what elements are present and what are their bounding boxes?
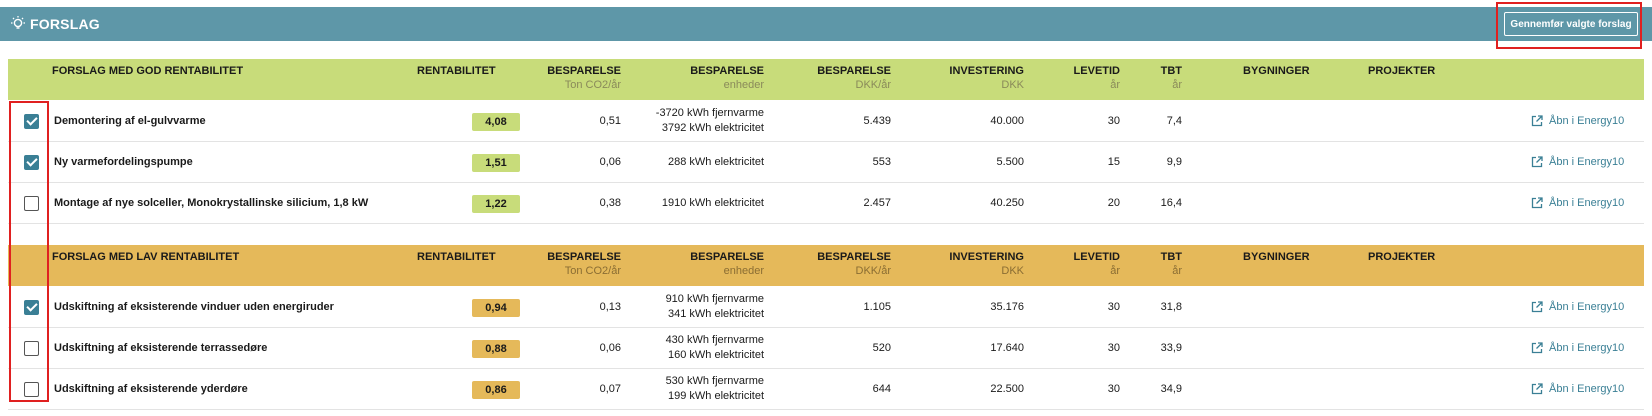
rentabilitet-badge: 0,88	[472, 340, 520, 358]
levetid-value: 30	[1107, 342, 1120, 354]
row-checkbox[interactable]	[24, 114, 39, 129]
col-rentabilitet: RENTABILITET	[417, 251, 496, 263]
row-checkbox[interactable]	[24, 196, 39, 211]
enheder-value: 430 kWh fjernvarme 160 kWh elektricitet	[665, 334, 764, 361]
levetid-value: 15	[1107, 156, 1120, 168]
levetid-value: 20	[1107, 197, 1120, 209]
col-levetid: LEVETID år	[1073, 65, 1120, 91]
co2-value: 0,06	[599, 156, 621, 168]
external-link-icon	[1531, 115, 1543, 127]
external-link-icon	[1531, 383, 1543, 395]
col-co2: BESPARELSE Ton CO2/år	[547, 251, 621, 277]
col-bygninger: BYGNINGER	[1243, 65, 1310, 77]
rentabilitet-badge: 0,94	[472, 299, 520, 317]
tbt-value: 16,4	[1160, 197, 1182, 209]
table-row: Udskiftning af eksisterende vinduer uden…	[8, 287, 1644, 328]
investering-value: 22.500	[990, 383, 1024, 395]
group-title: FORSLAG MED GOD RENTABILITET	[52, 65, 244, 77]
enheder-value: 1910 kWh elektricitet	[661, 197, 764, 209]
suggestion-name: Udskiftning af eksisterende vinduer uden…	[54, 301, 334, 313]
top-bar: FORSLAG	[0, 7, 1652, 41]
col-enheder: BESPARELSE enheder	[690, 251, 764, 277]
row-checkbox[interactable]	[24, 341, 39, 356]
col-bygninger: BYGNINGER	[1243, 251, 1310, 263]
dkk-aar-value: 2.457	[863, 197, 891, 209]
open-energy10-link[interactable]: Åbn i Energy10	[1531, 383, 1624, 395]
investering-value: 5.500	[996, 156, 1024, 168]
row-checkbox[interactable]	[24, 300, 39, 315]
table-row: Udskiftning af eksisterende terrassedøre…	[8, 328, 1644, 369]
rentabilitet-badge: 1,22	[472, 195, 520, 213]
suggestion-name: Udskiftning af eksisterende terrassedøre	[54, 342, 268, 354]
col-levetid: LEVETID år	[1073, 251, 1120, 277]
col-co2: BESPARELSE Ton CO2/år	[547, 65, 621, 91]
table-row: Ny varmefordelingspumpe 1,51 0,06 288 kW…	[8, 142, 1644, 183]
co2-value: 0,38	[599, 197, 621, 209]
investering-value: 40.000	[990, 115, 1024, 127]
group-header-low: FORSLAG MED LAV RENTABILITET RENTABILITE…	[8, 245, 1644, 286]
row-checkbox[interactable]	[24, 382, 39, 397]
col-tbt: TBT år	[1160, 251, 1182, 277]
rentabilitet-badge: 4,08	[472, 113, 520, 131]
col-projekter: PROJEKTER	[1368, 251, 1436, 263]
investering-value: 17.640	[990, 342, 1024, 354]
lightbulb-icon	[11, 16, 25, 29]
tbt-value: 34,9	[1160, 383, 1182, 395]
col-tbt: TBT år	[1160, 65, 1182, 91]
investering-value: 40.250	[990, 197, 1024, 209]
investering-value: 35.176	[990, 301, 1024, 313]
group-header-good: FORSLAG MED GOD RENTABILITET RENTABILITE…	[8, 59, 1644, 100]
col-dkk-aar: BESPARELSE DKK/år	[817, 251, 891, 277]
col-investering: INVESTERING DKK	[949, 65, 1024, 91]
open-energy10-link[interactable]: Åbn i Energy10	[1531, 156, 1624, 168]
co2-value: 0,06	[599, 342, 621, 354]
suggestion-name: Udskiftning af eksisterende yderdøre	[54, 383, 248, 395]
suggestion-name: Ny varmefordelingspumpe	[54, 156, 193, 168]
enheder-value: 530 kWh fjernvarme 199 kWh elektricitet	[665, 375, 764, 402]
open-energy10-link[interactable]: Åbn i Energy10	[1531, 197, 1624, 209]
col-enheder: BESPARELSE enheder	[690, 65, 764, 91]
levetid-value: 30	[1107, 115, 1120, 127]
open-energy10-link[interactable]: Åbn i Energy10	[1531, 342, 1624, 354]
table-row: Montage af nye solceller, Monokrystallin…	[8, 183, 1644, 224]
dkk-aar-value: 1.105	[863, 301, 891, 313]
col-dkk-aar: BESPARELSE DKK/år	[817, 65, 891, 91]
suggestion-name: Montage af nye solceller, Monokrystallin…	[54, 197, 369, 209]
co2-value: 0,07	[599, 383, 621, 395]
dkk-aar-value: 644	[872, 383, 891, 395]
row-checkbox[interactable]	[24, 155, 39, 170]
open-energy10-link[interactable]: Åbn i Energy10	[1531, 115, 1624, 127]
dkk-aar-value: 5.439	[863, 115, 891, 127]
levetid-value: 30	[1107, 301, 1120, 313]
dkk-aar-value: 553	[872, 156, 891, 168]
enheder-value: 288 kWh elektricitet	[668, 156, 764, 168]
col-projekter: PROJEKTER	[1368, 65, 1436, 77]
co2-value: 0,51	[599, 115, 621, 127]
levetid-value: 30	[1107, 383, 1120, 395]
dkk-aar-value: 520	[872, 342, 891, 354]
enheder-value: 910 kWh fjernvarme 341 kWh elektricitet	[665, 293, 764, 320]
external-link-icon	[1531, 197, 1543, 209]
tbt-value: 7,4	[1166, 115, 1182, 127]
page-title: FORSLAG	[30, 16, 100, 32]
external-link-icon	[1531, 156, 1543, 168]
group-title: FORSLAG MED LAV RENTABILITET	[52, 251, 240, 263]
tbt-value: 31,8	[1160, 301, 1182, 313]
external-link-icon	[1531, 342, 1543, 354]
enheder-value: -3720 kWh fjernvarme 3792 kWh elektricite…	[655, 107, 764, 134]
external-link-icon	[1531, 301, 1543, 313]
table-row: Udskiftning af eksisterende yderdøre 0,8…	[8, 369, 1644, 410]
col-rentabilitet: RENTABILITET	[417, 65, 496, 77]
rentabilitet-badge: 0,86	[472, 381, 520, 399]
table-row: Demontering af el-gulvvarme 4,08 0,51 -3…	[8, 101, 1644, 142]
tbt-value: 33,9	[1160, 342, 1182, 354]
col-investering: INVESTERING DKK	[949, 251, 1024, 277]
suggestion-name: Demontering af el-gulvvarme	[54, 115, 206, 127]
tbt-value: 9,9	[1166, 156, 1182, 168]
execute-selected-button[interactable]: Gennemfør valgte forslag	[1504, 12, 1638, 36]
rentabilitet-badge: 1,51	[472, 154, 520, 172]
co2-value: 0,13	[599, 301, 621, 313]
open-energy10-link[interactable]: Åbn i Energy10	[1531, 301, 1624, 313]
